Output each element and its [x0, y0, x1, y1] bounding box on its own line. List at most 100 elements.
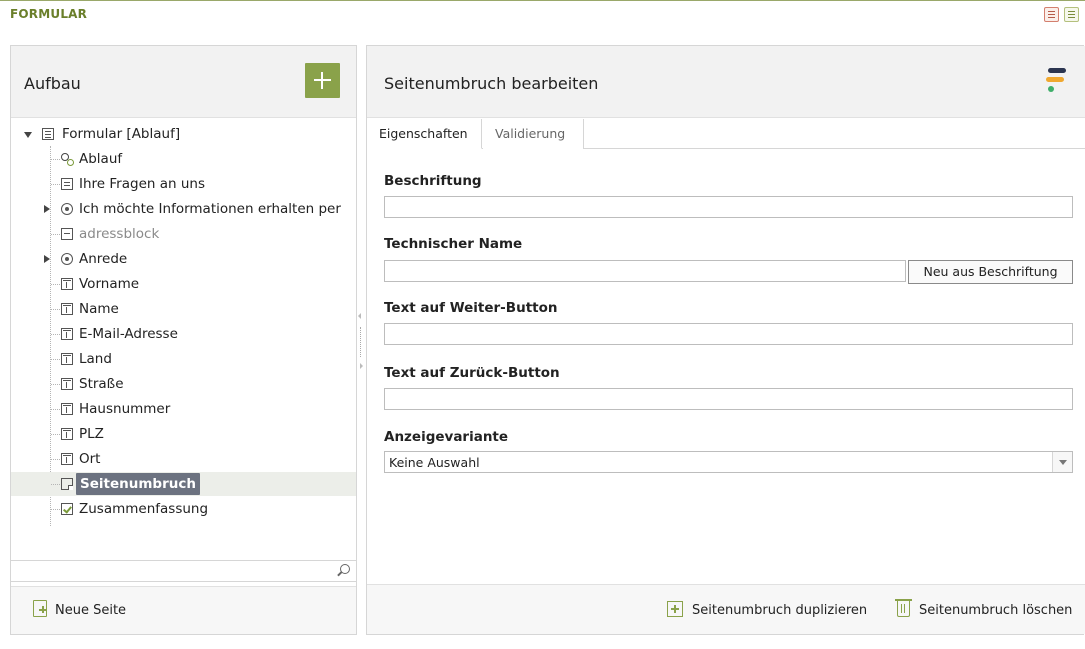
delete-button[interactable]: Seitenumbruch löschen	[919, 603, 1072, 618]
tree-node-plz[interactable]: PLZ	[11, 422, 356, 446]
editor-panel-footer: Seitenumbruch duplizieren Seitenumbruch …	[367, 584, 1085, 634]
tree-connector	[51, 184, 60, 185]
tree-node-label: E-Mail-Adresse	[79, 326, 178, 342]
beschriftung-input[interactable]	[384, 196, 1073, 218]
radio-icon	[61, 203, 73, 215]
tree-node-anrede[interactable]: Anrede	[11, 247, 356, 271]
tree-connector	[51, 459, 60, 460]
tree-node-label: Anrede	[79, 251, 128, 267]
window-icon[interactable]	[1064, 7, 1079, 22]
neu-aus-beschriftung-button[interactable]: Neu aus Beschriftung	[908, 260, 1073, 284]
tree-node-seitenumbruch[interactable]: Seitenumbruch	[11, 472, 356, 496]
tree-node-email[interactable]: E-Mail-Adresse	[11, 322, 356, 346]
section-title: FORMULAR	[10, 7, 88, 21]
field-icon	[61, 278, 73, 290]
editor-panel-title: Seitenumbruch bearbeiten	[384, 74, 599, 93]
tree-node-vorname[interactable]: Vorname	[11, 272, 356, 296]
structure-tree: Formular [Ablauf] Ablauf Ihre Fragen an …	[11, 122, 356, 526]
duplicate-button[interactable]: Seitenumbruch duplizieren	[692, 603, 867, 618]
tree-connector	[51, 234, 60, 235]
tab-eigenschaften[interactable]: Eigenschaften	[367, 119, 482, 149]
collapse-left-icon[interactable]	[358, 313, 361, 319]
tab-validierung[interactable]: Validierung	[483, 119, 584, 149]
tree-connector	[51, 334, 60, 335]
block-icon	[61, 228, 73, 240]
zurueck-button-label: Text auf Zurück-Button	[384, 365, 560, 381]
search-icon[interactable]	[336, 564, 350, 578]
new-page-button[interactable]: Neue Seite	[55, 603, 126, 618]
editor-panel-header: Seitenumbruch bearbeiten	[367, 46, 1085, 118]
field-icon	[61, 403, 73, 415]
editor-panel: Seitenumbruch bearbeiten Eigenschaften V…	[366, 45, 1085, 635]
anzeigevariante-label: Anzeigevariante	[384, 429, 509, 445]
tree-node-informationen[interactable]: Ich möchte Informationen erhalten per	[11, 197, 356, 221]
tree-node-ihre-fragen[interactable]: Ihre Fragen an uns	[11, 172, 356, 196]
tree-node-label: Zusammenfassung	[79, 501, 209, 517]
document-icon[interactable]	[1044, 7, 1059, 22]
structure-panel-footer: Neue Seite	[11, 586, 356, 634]
tree-node-label: Ich möchte Informationen erhalten per	[79, 201, 341, 217]
add-element-button[interactable]	[305, 63, 340, 98]
tree-node-label: PLZ	[79, 426, 104, 442]
tree-node-ablauf[interactable]: Ablauf	[11, 147, 356, 171]
textarea-icon	[61, 178, 73, 190]
weiter-button-input[interactable]	[384, 323, 1073, 345]
chevron-down-icon[interactable]	[1052, 452, 1072, 472]
tree-node-formular[interactable]: Formular [Ablauf]	[11, 122, 356, 146]
tree-node-ort[interactable]: Ort	[11, 447, 356, 471]
tree-node-hausnummer[interactable]: Hausnummer	[11, 397, 356, 421]
splitter-grip[interactable]	[360, 327, 362, 357]
tree-connector	[51, 309, 60, 310]
new-page-icon[interactable]	[33, 600, 47, 617]
tree-connector	[51, 509, 60, 510]
tree-node-label: Ihre Fragen an uns	[79, 176, 205, 192]
tree-node-label: Formular [Ablauf]	[62, 126, 181, 142]
tree-node-adressblock[interactable]: adressblock	[11, 222, 356, 246]
trash-icon[interactable]	[895, 599, 912, 617]
tree-node-strasse[interactable]: Straße	[11, 372, 356, 396]
form-icon	[42, 128, 54, 140]
top-bar: FORMULAR	[0, 0, 1085, 28]
radio-icon	[61, 253, 73, 265]
structure-panel: Aufbau Formular [Ablauf] Ablauf Ihre Fra…	[10, 45, 357, 635]
tree-node-label: Hausnummer	[79, 401, 171, 417]
duplicate-icon[interactable]	[667, 601, 683, 617]
tree-node-label: Land	[79, 351, 112, 367]
zurueck-button-input[interactable]	[384, 388, 1073, 410]
tree-node-label: Ort	[79, 451, 101, 467]
tree-node-land[interactable]: Land	[11, 347, 356, 371]
flow-icon	[61, 153, 74, 166]
collapse-right-icon[interactable]	[360, 363, 363, 369]
expand-arrow-icon[interactable]	[44, 205, 50, 213]
field-icon	[61, 453, 73, 465]
tree-search	[11, 560, 356, 582]
anzeigevariante-select[interactable]: Keine Auswahl	[384, 451, 1073, 473]
field-icon	[61, 378, 73, 390]
tree-connector	[51, 409, 60, 410]
technischer-name-input[interactable]	[384, 260, 906, 282]
tree-connector	[51, 284, 60, 285]
panel-splitter[interactable]	[358, 45, 366, 635]
structure-panel-title: Aufbau	[24, 74, 81, 93]
page-break-icon	[61, 478, 73, 490]
tree-connector	[51, 159, 60, 160]
tree-connector	[51, 384, 60, 385]
tree-connector	[51, 484, 60, 485]
tree-node-label: Vorname	[79, 276, 140, 292]
tree-node-zusammenfassung[interactable]: Zusammenfassung	[11, 497, 356, 521]
weiter-button-label: Text auf Weiter-Button	[384, 300, 558, 316]
structure-panel-header: Aufbau	[11, 46, 356, 118]
summary-icon	[61, 503, 73, 515]
expand-arrow-icon[interactable]	[44, 255, 50, 263]
tree-connector	[51, 359, 60, 360]
tree-node-label: Ablauf	[79, 151, 123, 167]
tree-node-label: adressblock	[79, 226, 160, 242]
field-icon	[61, 303, 73, 315]
anzeigevariante-value: Keine Auswahl	[389, 455, 480, 470]
tree-node-name[interactable]: Name	[11, 297, 356, 321]
tree-search-input[interactable]	[15, 563, 325, 579]
technischer-name-label: Technischer Name	[384, 236, 523, 252]
expand-arrow-icon[interactable]	[24, 132, 32, 138]
field-icon	[61, 328, 73, 340]
tree-node-label: Name	[79, 301, 119, 317]
